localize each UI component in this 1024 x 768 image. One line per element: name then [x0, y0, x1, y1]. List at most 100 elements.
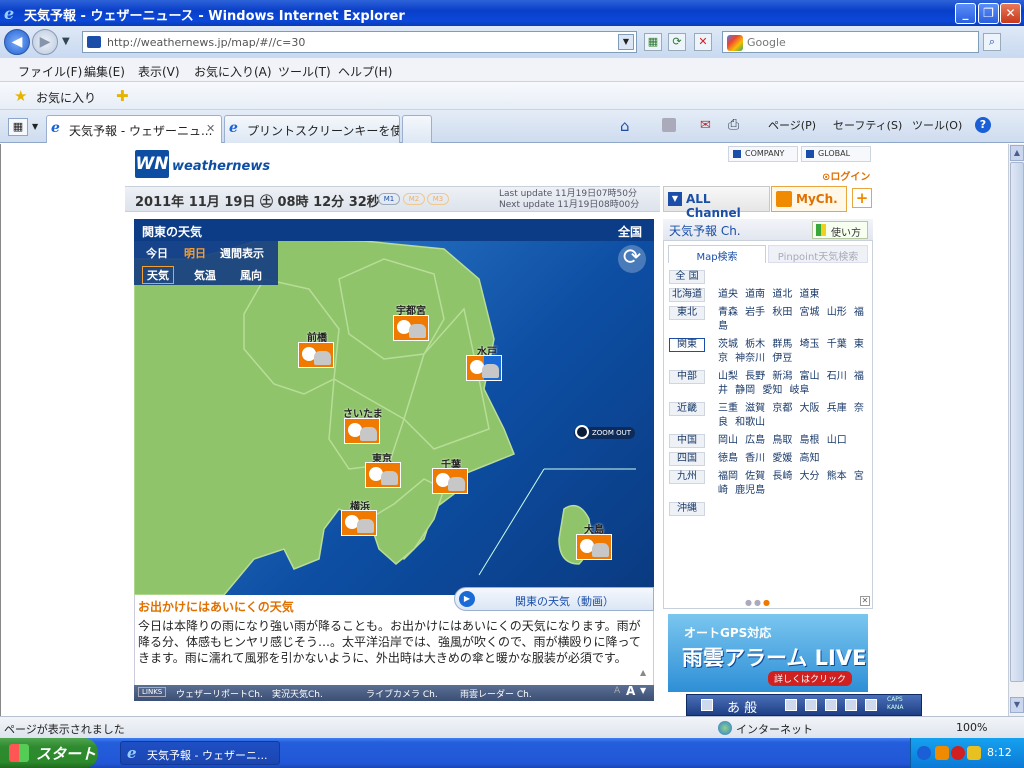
tab-wind[interactable]: 風向 — [240, 267, 262, 283]
ime-help-icon[interactable] — [865, 699, 877, 711]
tab-pinpoint-search[interactable]: Pinpoint天気検索 — [768, 245, 868, 263]
menu-help[interactable]: ヘルプ(H) — [338, 63, 392, 80]
region-button-selected[interactable]: 関東 — [669, 338, 705, 352]
menu-tools[interactable]: ツール(T) — [278, 63, 331, 80]
refresh-icon[interactable]: ⟳ — [668, 33, 686, 51]
ime-keyboard-icon[interactable] — [701, 699, 713, 711]
login-link[interactable]: ⊙ログイン — [822, 168, 870, 183]
help-icon[interactable]: ? — [975, 117, 991, 133]
link-rain-radar[interactable]: 雨雲レーダー Ch. — [460, 687, 532, 700]
compat-view-icon[interactable]: ▦ — [644, 33, 662, 51]
menu-view[interactable]: 表示(V) — [138, 63, 180, 80]
taskbar-ie-window[interactable]: e 天気予報 - ウェザーニ... — [120, 741, 280, 765]
weathernews-logo[interactable]: WN — [135, 150, 169, 178]
minimize-button[interactable]: _ — [955, 3, 976, 24]
link-weather-report[interactable]: ウェザーリポートCh. — [176, 687, 263, 700]
tab-today[interactable]: 今日 — [146, 245, 168, 261]
search-icon[interactable]: ⌕ — [983, 33, 1001, 51]
company-link[interactable]: COMPANY — [728, 146, 798, 162]
ime-dict-icon[interactable] — [825, 699, 837, 711]
scroll-down-icon[interactable]: ▼ — [1010, 697, 1024, 713]
region-button[interactable]: 沖縄 — [669, 502, 705, 516]
tab-temperature[interactable]: 気温 — [194, 267, 216, 283]
my-channel-button[interactable]: MyCh. — [771, 186, 847, 212]
sunny-cloudy-icon[interactable] — [365, 462, 401, 488]
prefecture-links[interactable]: 道央 道南 道北 道東 — [718, 288, 868, 302]
prefecture-links[interactable]: 福岡 佐賀 長崎 大分 熊本 宮崎 鹿児島 — [718, 470, 868, 498]
refresh-map-icon[interactable]: ⟳ — [618, 245, 646, 273]
print-icon[interactable]: ⎙ — [728, 117, 739, 133]
tab-weathernews[interactable]: e 天気予報 - ウェザーニュ... — [46, 115, 222, 143]
tab-printscreen[interactable]: e プリントスクリーンキーを使って... — [224, 115, 400, 143]
tools-menu[interactable]: ツール(O) — [912, 117, 962, 133]
address-dropdown-icon[interactable]: ▼ — [618, 34, 634, 50]
prefecture-links[interactable]: 三重 滋賀 京都 大阪 兵庫 奈良 和歌山 — [718, 402, 868, 430]
prefecture-links[interactable]: 山梨 長野 新潟 富山 石川 福井 静岡 愛知 岐阜 — [718, 370, 868, 398]
add-favorite-icon[interactable]: ✚ — [116, 87, 129, 105]
restore-button[interactable]: ❐ — [978, 3, 999, 24]
sunny-cloudy-icon[interactable] — [432, 468, 468, 494]
menu-edit[interactable]: 編集(E) — [84, 63, 125, 80]
region-button[interactable]: 近畿 — [669, 402, 705, 416]
prefecture-links[interactable]: 岡山 広島 鳥取 島根 山口 — [718, 434, 868, 448]
sunny-cloudy-icon[interactable] — [344, 418, 380, 444]
rss-icon[interactable] — [662, 118, 676, 132]
region-button[interactable]: 九州 — [669, 470, 705, 484]
close-button[interactable]: ✕ — [1000, 3, 1021, 24]
region-button[interactable]: 東北 — [669, 306, 705, 320]
zoom-out-button[interactable]: ZOOM OUT — [574, 425, 635, 439]
tray-yellow-icon[interactable] — [967, 746, 981, 760]
mode-m3-button[interactable]: M3 — [427, 193, 449, 205]
sunny-rain-icon[interactable] — [466, 355, 502, 381]
video-forecast-button[interactable]: ▶ 関東の天気（動画） — [454, 587, 654, 611]
home-icon[interactable]: ⌂ — [620, 117, 630, 135]
tab-tomorrow[interactable]: 明日 — [184, 245, 206, 261]
zoom-level[interactable]: 100% — [956, 721, 987, 734]
ime-tool-icon[interactable] — [785, 699, 797, 711]
search-box[interactable]: Google — [722, 31, 979, 53]
rain-alarm-ad[interactable]: オートGPS対応 雨雲アラーム LIVE 詳しくはクリック — [668, 614, 868, 692]
weathernews-logo-text[interactable]: weathernews — [172, 159, 270, 174]
nationwide-link[interactable]: 全国 — [618, 223, 642, 240]
forward-button[interactable]: ▶ — [32, 29, 58, 55]
tray-app-icon[interactable] — [935, 746, 949, 760]
vertical-scrollbar[interactable]: ▲ ▼ — [1008, 144, 1024, 716]
scroll-up-icon[interactable]: ▲ — [1010, 145, 1024, 161]
ime-settings-icon[interactable] — [845, 699, 857, 711]
all-channel-button[interactable]: ▼ ALL Channel — [663, 186, 770, 220]
howto-button[interactable]: 使い方 — [812, 221, 868, 239]
region-button[interactable]: 四国 — [669, 452, 705, 466]
ime-pad-icon[interactable] — [805, 699, 817, 711]
font-large-icon[interactable]: A — [626, 684, 635, 698]
mode-m2-button[interactable]: M2 — [403, 193, 425, 205]
tray-red-icon[interactable] — [951, 746, 965, 760]
tab-weather[interactable]: 天気 — [142, 266, 174, 284]
tab-weekly[interactable]: 週間表示 — [220, 245, 264, 261]
history-dropdown-icon[interactable]: ▼ — [62, 36, 70, 47]
safety-menu[interactable]: セーフティ(S) — [833, 117, 902, 133]
page-menu[interactable]: ページ(P) — [768, 117, 816, 133]
mode-m1-button[interactable]: M1 — [378, 193, 400, 205]
scroll-thumb[interactable] — [1010, 162, 1024, 682]
menu-favorites[interactable]: お気に入り(A) — [194, 63, 272, 80]
stop-icon[interactable]: ✕ — [694, 33, 712, 51]
sunny-cloudy-icon[interactable] — [576, 534, 612, 560]
tab-list-icon[interactable]: ▼ — [32, 118, 44, 136]
ime-toolbar[interactable]: あ 般 CAPS KANA — [686, 694, 922, 716]
address-bar[interactable]: http://weathernews.jp/map/#//c=30 ▼ — [82, 31, 637, 53]
add-channel-button[interactable]: + — [852, 188, 872, 208]
prefecture-links[interactable]: 茨城 栃木 群馬 埼玉 千葉 東京 神奈川 伊豆 — [718, 338, 868, 366]
region-button[interactable]: 中部 — [669, 370, 705, 384]
text-scroll-down-icon[interactable]: ▼ — [640, 686, 646, 695]
text-scroll-up-icon[interactable]: ▲ — [640, 668, 646, 677]
prefecture-links[interactable]: 青森 岩手 秋田 宮城 山形 福島 — [718, 306, 868, 334]
link-live-weather[interactable]: 実況天気Ch. — [272, 687, 323, 700]
global-link[interactable]: GLOBAL — [801, 146, 871, 162]
close-ad-icon[interactable]: ✕ — [860, 596, 870, 606]
sunny-cloudy-icon[interactable] — [341, 510, 377, 536]
quick-tabs-icon[interactable]: ▦ — [8, 118, 28, 136]
link-live-camera[interactable]: ライブカメラ Ch. — [366, 687, 438, 700]
new-tab-button[interactable] — [402, 115, 432, 143]
sunny-cloudy-icon[interactable] — [298, 342, 334, 368]
font-small-icon[interactable]: A — [614, 686, 620, 696]
